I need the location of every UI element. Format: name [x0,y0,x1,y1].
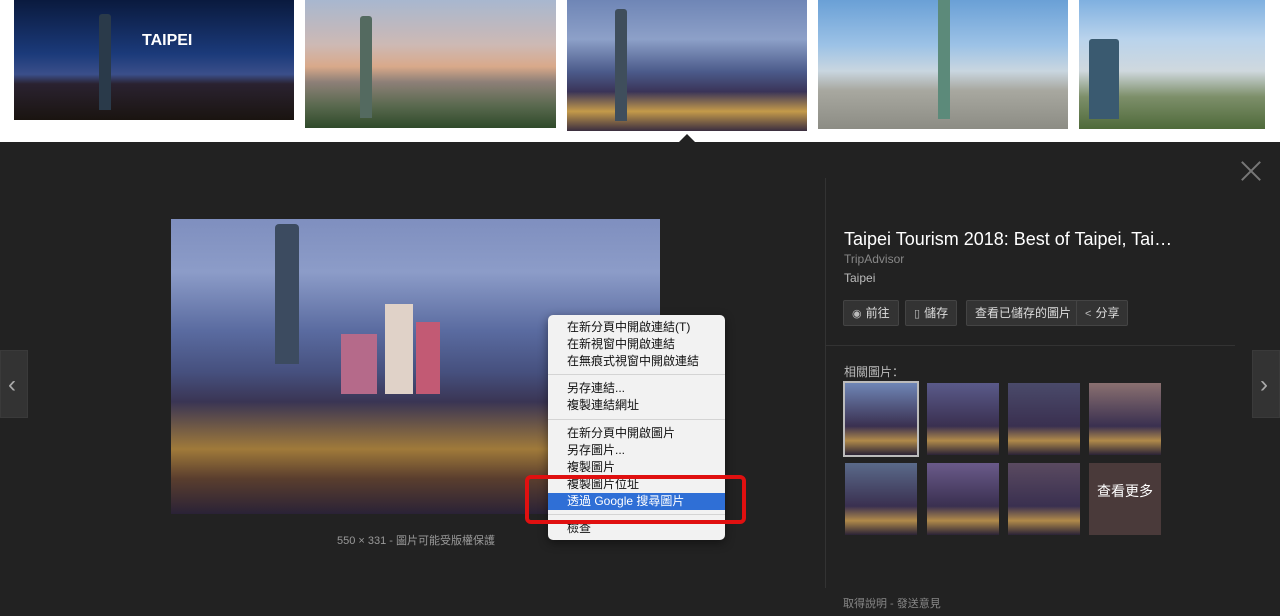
bookmark-icon: ▯ [914,308,921,320]
main-image-building [341,334,377,394]
thumbnail-5[interactable] [1079,0,1265,129]
thumbnail-1[interactable]: TAIPEI [14,0,294,120]
save-label: 儲存 [924,306,949,320]
related-image-1[interactable] [843,381,919,457]
footer-links[interactable]: 取得說明 - 發送意見 [843,595,941,611]
view-saved-label: 查看已儲存的圖片 [975,306,1072,320]
menu-separator [548,374,725,375]
menu-item-save-link-as[interactable]: 另存連結... [548,380,725,397]
menu-separator [548,419,725,420]
related-image-5[interactable] [845,463,917,535]
related-image-4[interactable] [1089,383,1161,455]
section-divider [825,345,1235,346]
previous-image-button[interactable]: ‹ [0,350,28,418]
related-image-2[interactable] [927,383,999,455]
menu-item-copy-image[interactable]: 複製圖片 [548,459,725,476]
thumbnail-tower [1089,39,1119,119]
share-label: 分享 [1095,306,1120,320]
related-image-3[interactable] [1008,383,1080,455]
menu-item-open-link-new-window[interactable]: 在新視窗中開啟連結 [548,336,725,353]
see-more-label: 查看更多 [1097,483,1153,499]
thumbnail-tower [99,14,111,110]
chevron-right-icon: › [1260,371,1268,398]
related-images-label: 相關圖片： [844,365,905,379]
chevron-left-icon: ‹ [8,371,16,398]
annotation-highlight-box [525,475,746,524]
close-icon[interactable] [1240,160,1262,182]
image-title[interactable]: Taipei Tourism 2018: Best of Taipei, Tai… [844,229,1214,250]
view-saved-button[interactable]: 查看已儲存的圖片 [966,300,1081,326]
image-caption: 550 × 331 - 圖片可能受版權保護 [337,535,496,547]
main-image-tower [275,224,299,364]
image-source: TripAdvisor [844,252,905,266]
main-image-building [385,304,413,394]
thumbnail-strip: TAIPEI [0,0,1280,143]
thumbnail-3-selected[interactable] [567,0,807,131]
image-description: Taipei [844,271,876,285]
menu-item-save-image-as[interactable]: 另存圖片... [548,442,725,459]
next-image-button[interactable]: › [1252,350,1280,418]
menu-item-open-image-new-tab[interactable]: 在新分頁中開啟圖片 [548,425,725,442]
main-image-building [416,322,440,394]
thumbnail-tower [615,9,627,121]
panel-divider [825,178,826,588]
see-more-button[interactable]: 查看更多 [1089,463,1161,535]
related-image-6[interactable] [927,463,999,535]
thumbnail-2[interactable] [305,0,556,128]
thumbnail-tower [938,0,950,119]
visit-label: 前往 [865,306,890,320]
visit-button[interactable]: ◉ 前往 [843,300,899,326]
menu-item-copy-link-address[interactable]: 複製連結網址 [548,397,725,414]
globe-icon: ◉ [852,308,862,320]
thumbnail-label: TAIPEI [142,32,193,49]
menu-item-open-link-new-tab[interactable]: 在新分頁中開啟連結(T) [548,319,725,336]
thumbnail-4[interactable] [818,0,1068,129]
related-image-7[interactable] [1008,463,1080,535]
share-icon: < [1085,308,1092,320]
menu-item-open-link-incognito[interactable]: 在無痕式視窗中開啟連結 [548,353,725,370]
save-button[interactable]: ▯ 儲存 [905,300,958,326]
share-button[interactable]: < 分享 [1076,300,1129,326]
thumbnail-tower [360,16,372,118]
